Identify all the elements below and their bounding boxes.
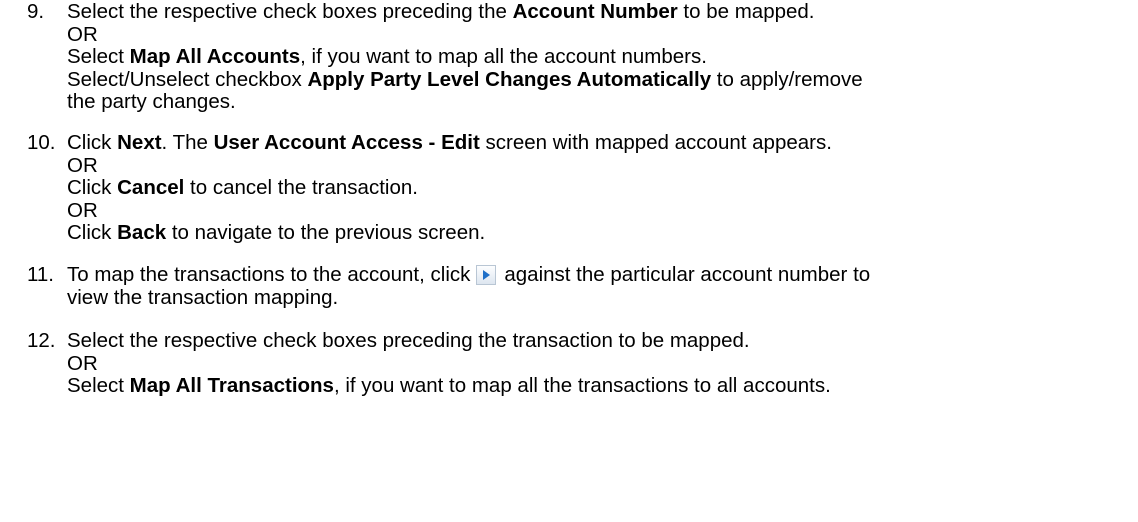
- step-line: OR: [67, 351, 98, 375]
- step-line: OR: [67, 22, 98, 46]
- step-line: OR: [67, 153, 98, 177]
- expand-arrow-icon: [476, 265, 497, 285]
- step-line: the party changes.: [67, 90, 236, 113]
- step-line: Select the respective check boxes preced…: [67, 0, 815, 23]
- step-number: 11.: [27, 263, 54, 286]
- step-line: Select/Unselect checkbox Apply Party Lev…: [67, 67, 863, 91]
- step-body: Click Next. The User Account Access - Ed…: [67, 132, 1127, 245]
- step-number: 9.: [27, 0, 45, 23]
- step-line: Select Map All Accounts, if you want to …: [67, 45, 707, 68]
- step-line: Select Map All Transactions, if you want…: [67, 374, 831, 397]
- step-line: Select the respective check boxes preced…: [67, 329, 750, 352]
- step-line: Click Cancel to cancel the transaction.: [67, 176, 418, 199]
- step-number: 10.: [27, 131, 56, 154]
- document-page: 9. Select the respective check boxes pre…: [0, 0, 1138, 522]
- step-number: 12.: [27, 329, 56, 352]
- step-line: Click Back to navigate to the previous s…: [67, 221, 486, 244]
- step-line: Click Next. The User Account Access - Ed…: [67, 131, 832, 154]
- step-line: To map the transactions to the account, …: [67, 263, 871, 286]
- step-line: OR: [67, 198, 98, 222]
- step-body: Select the respective check boxes preced…: [67, 330, 1127, 398]
- step-body: To map the transactions to the account, …: [67, 264, 1127, 309]
- step-line: view the transaction mapping.: [67, 285, 339, 309]
- step-body: Select the respective check boxes preced…: [67, 1, 1127, 114]
